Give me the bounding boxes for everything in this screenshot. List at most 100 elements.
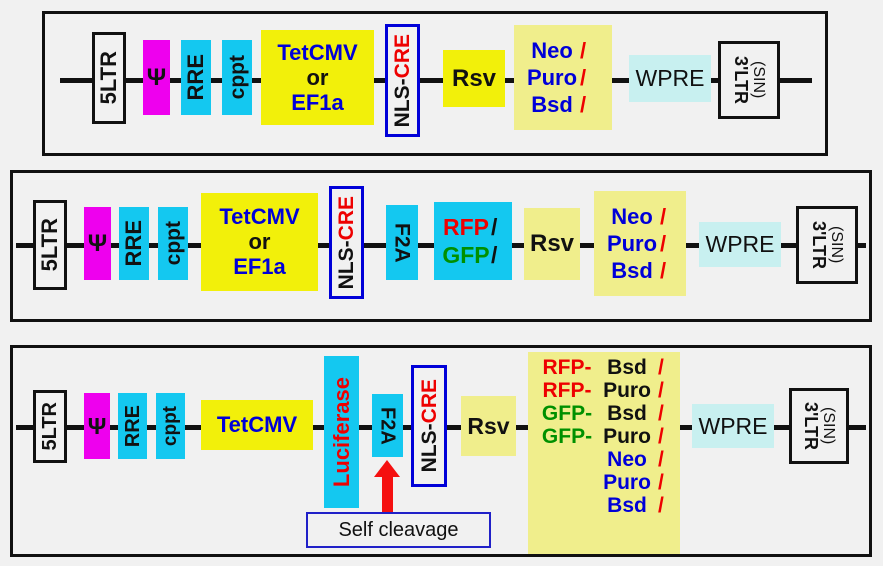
element-markers-3: RFP- Bsd / RFP- Puro / GFP- Bsd / GFP- Puro / Neo / Pu… (528, 352, 680, 554)
label-wpre: WPRE (635, 65, 705, 91)
element-3ltr-2: 3'LTR (SIN) (796, 206, 858, 284)
label-marker-resistance: Puro (603, 379, 651, 402)
marker-row: RFP- Puro / (538, 380, 664, 401)
label-marker-bsd: Bsd (531, 91, 573, 117)
label-marker-resistance: Bsd (607, 402, 647, 425)
label-slash: / (658, 356, 664, 379)
label-wpre: WPRE (698, 412, 768, 439)
label-slash: / (491, 241, 498, 268)
marker-row: Bsd / (524, 91, 587, 117)
label-rsv: Rsv (529, 230, 575, 257)
element-nls-cre-3: NLS-CRE (411, 365, 447, 487)
self-cleavage-arrow-shaft (382, 477, 393, 512)
label-3ltr: 3'LTR (731, 56, 751, 104)
element-markers-2: Neo / Puro / Bsd / (594, 191, 686, 296)
label-5ltr: 5LTR (96, 51, 121, 105)
label-promoter-ef1a: EF1a (233, 254, 286, 279)
label-promoter-or: or (248, 229, 271, 254)
label-f2a: F2A (390, 222, 414, 263)
label-marker-neo: Neo (611, 203, 653, 229)
label-slash: / (658, 425, 664, 448)
self-cleavage-callout: Self cleavage (306, 512, 491, 548)
label-promoter-tetcmv: TetCMV (277, 39, 358, 65)
marker-row: Neo / (524, 39, 586, 62)
label-slash: / (491, 213, 498, 240)
element-psi-2: Ψ (84, 207, 111, 280)
label-nls: NLS- (417, 423, 441, 473)
reporter-row: RFP / (441, 213, 498, 240)
label-nls-cre: NLS-CRE (391, 34, 414, 127)
element-markers-1: Neo / Puro / Bsd / (514, 25, 612, 130)
label-luciferase: Luciferase (328, 376, 354, 488)
element-rre-1: RRE (181, 40, 211, 115)
marker-list: RFP- Bsd / RFP- Puro / GFP- Bsd / GFP- Puro / Neo / Pu… (538, 357, 664, 516)
label-reporter-rfp: RFP (443, 213, 489, 240)
element-nls-cre-2: NLS-CRE (329, 186, 364, 299)
element-cppt-2: cppt (158, 207, 188, 280)
marker-row: Puro / (524, 64, 586, 90)
label-sin: (SIN) (750, 61, 767, 99)
marker-row: Neo / (538, 449, 664, 470)
marker-row: Puro / (604, 230, 666, 256)
label-promoter-ef1a: EF1a (291, 89, 344, 115)
label-reporter-gfp: GFP (442, 241, 490, 268)
element-reporter-2: RFP / GFP / (434, 202, 512, 280)
self-cleavage-arrow-head (374, 460, 400, 477)
marker-row: GFP- Bsd / (538, 403, 664, 424)
label-slash: / (658, 402, 664, 425)
label-rre: RRE (121, 404, 144, 448)
element-promoter-2: TetCMV or EF1a (201, 193, 318, 291)
label-marker-resistance: Bsd (607, 494, 647, 517)
element-rre-2: RRE (119, 207, 149, 280)
label-5ltr: 5LTR (39, 402, 61, 451)
element-rsv-2: Rsv (524, 208, 580, 280)
element-wpre-3: WPRE (692, 404, 774, 448)
element-luciferase-3: Luciferase (324, 356, 359, 508)
marker-row: Puro / (538, 472, 664, 493)
label-self-cleavage: Self cleavage (338, 518, 459, 541)
label-rsv: Rsv (451, 64, 497, 92)
label-f2a: F2A (376, 406, 399, 445)
element-nls-cre-1: NLS-CRE (385, 24, 420, 137)
label-marker-resistance: Bsd (607, 356, 647, 379)
label-marker-bsd: Bsd (611, 257, 653, 283)
label-marker-resistance: Neo (607, 448, 647, 471)
reporter-row: GFP / (441, 241, 498, 268)
label-marker-reporter: GFP- (541, 425, 593, 448)
element-3ltr-1: 3'LTR (SIN) (718, 41, 780, 119)
element-f2a-3: F2A (372, 394, 403, 457)
label-slash: / (580, 91, 587, 117)
label-slash: / (660, 257, 667, 283)
label-marker-puro: Puro (606, 230, 658, 256)
label-slash: / (660, 203, 667, 229)
element-rsv-3: Rsv (461, 396, 516, 456)
element-psi-3: Ψ (84, 393, 110, 459)
label-slash: / (658, 448, 664, 471)
label-cre: CRE (417, 379, 441, 424)
label-3ltr-sin: 3'LTR (801, 402, 821, 450)
element-cppt-1: cppt (222, 40, 252, 115)
label-slash: / (658, 471, 664, 494)
label-rre: RRE (121, 220, 146, 267)
label-slash: / (658, 494, 664, 517)
label-sin: (SIN) (820, 407, 837, 445)
label-marker-resistance: Puro (603, 425, 651, 448)
element-cppt-3: cppt (156, 393, 185, 459)
element-promoter-1: TetCMV or EF1a (261, 30, 374, 125)
label-promoter-tetcmv: TetCMV (219, 204, 300, 229)
label-marker-reporter: RFP- (542, 356, 592, 379)
element-rsv-1: Rsv (443, 50, 505, 107)
marker-row: Bsd / (604, 257, 667, 283)
element-rre-3: RRE (118, 393, 147, 459)
label-rre: RRE (183, 54, 208, 101)
element-5ltr-1: 5LTR (92, 32, 126, 124)
label-psi: Ψ (87, 412, 107, 439)
element-5ltr-3: 5LTR (33, 390, 67, 463)
label-3ltr: 3'LTR (809, 221, 829, 269)
label-marker-reporter: GFP- (541, 402, 593, 425)
label-nls-cre: NLS-CRE (335, 196, 358, 289)
label-marker-puro: Puro (526, 64, 578, 90)
label-cppt: cppt (160, 405, 181, 447)
label-promoter-tetcmv: TetCMV (216, 412, 298, 437)
marker-row: Bsd / (538, 495, 664, 516)
